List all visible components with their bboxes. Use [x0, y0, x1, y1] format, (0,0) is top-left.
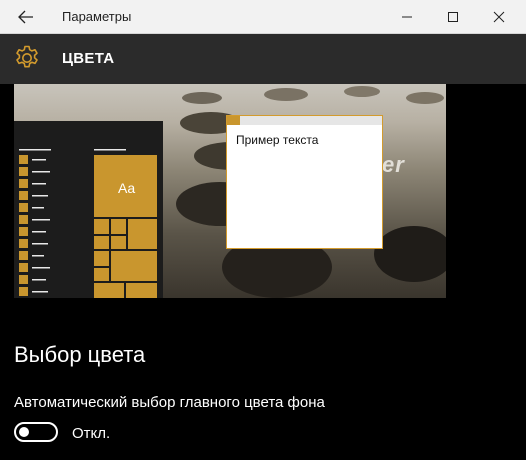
- page-header: ЦВЕТА: [0, 34, 526, 84]
- close-button[interactable]: [476, 2, 522, 32]
- toggle-knob: [19, 427, 29, 437]
- gear-icon: [16, 45, 38, 68]
- maximize-button[interactable]: [430, 2, 476, 32]
- title-bar: Параметры: [0, 0, 526, 34]
- window-title: Параметры: [62, 9, 132, 24]
- start-menu-tiles: [19, 149, 157, 298]
- wallpaper-stone: [264, 88, 308, 101]
- sample-window-accent: [227, 116, 240, 125]
- wallpaper-stone: [344, 86, 380, 97]
- start-menu-sample: Aa: [14, 121, 163, 298]
- close-icon: [493, 11, 505, 23]
- wallpaper-logo-text: er: [382, 152, 405, 177]
- wallpaper-stone: [374, 226, 446, 282]
- maximize-icon: [448, 12, 458, 22]
- back-arrow-icon: [18, 10, 33, 24]
- back-button[interactable]: [6, 2, 46, 32]
- auto-color-toggle[interactable]: [14, 422, 58, 442]
- sample-window-titlebar: [227, 116, 382, 125]
- sample-window: Пример текста: [226, 115, 383, 249]
- page-title: ЦВЕТА: [62, 50, 115, 67]
- minimize-icon: [402, 16, 412, 18]
- wallpaper-stone: [182, 92, 222, 104]
- sample-text: Пример текста: [236, 133, 319, 147]
- section-title: Выбор цвета: [14, 342, 146, 367]
- color-preview: er Aa Пример текста: [14, 84, 446, 298]
- tile-label: Aa: [118, 180, 136, 196]
- minimize-button[interactable]: [384, 2, 430, 32]
- auto-color-label: Автоматический выбор главного цвета фона: [14, 394, 325, 411]
- toggle-state-label: Откл.: [72, 425, 111, 442]
- wallpaper-stone: [406, 92, 444, 104]
